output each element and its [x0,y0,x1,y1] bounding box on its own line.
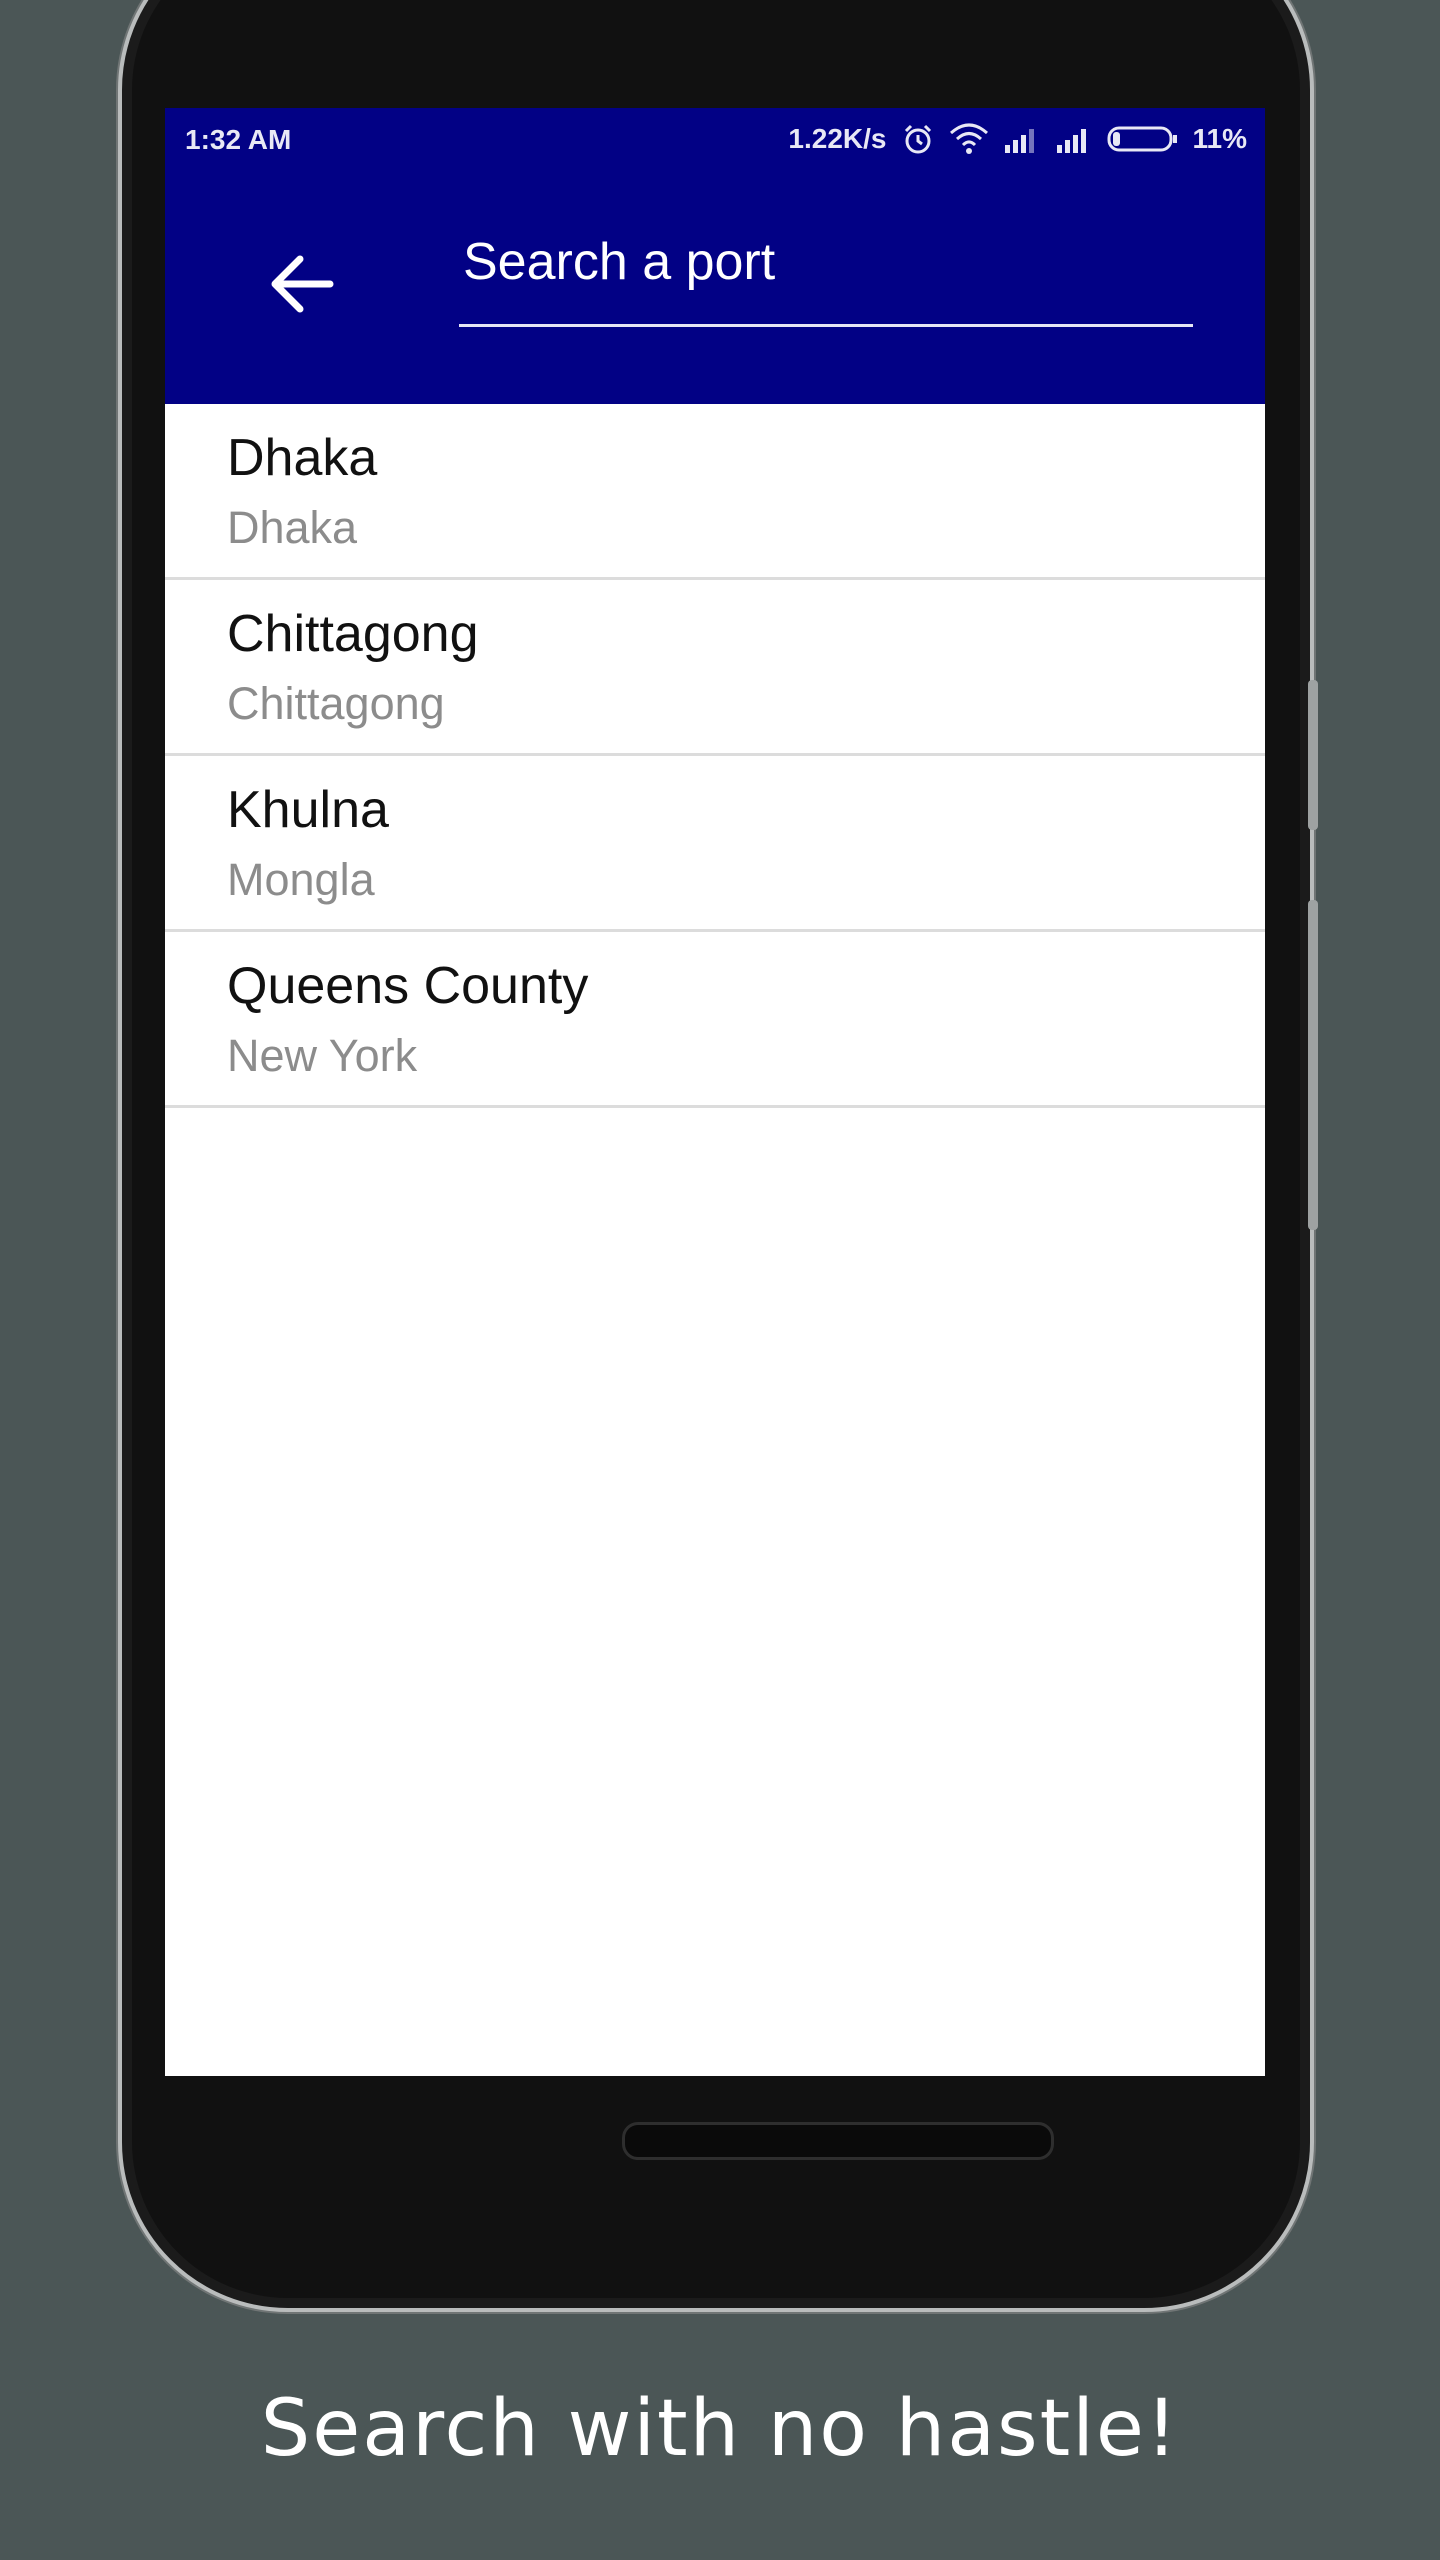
search-field [459,212,1193,327]
status-icons: 1.22K/s 11% [788,122,1247,156]
port-name: Khulna [227,781,389,839]
promo-caption: Search with no hastle! [260,2384,1180,2474]
status-time: 1:32 AM [185,124,292,155]
battery-percent: 11% [1192,123,1248,154]
port-list: Dhaka Dhaka Chittagong Chittagong Khulna… [165,404,1265,1108]
port-name: Dhaka [227,429,378,487]
network-speed: 1.22K/s [788,123,887,154]
app-bar [165,172,1265,404]
list-item[interactable]: Khulna Mongla [165,756,1265,932]
bottom-speaker [622,2122,1054,2160]
port-location: New York [227,1030,418,1081]
volume-button [1308,900,1318,1230]
arrow-back-icon [271,255,334,313]
list-item[interactable]: Dhaka Dhaka [165,404,1265,580]
alarm-icon [901,122,935,156]
list-item[interactable]: Chittagong Chittagong [165,580,1265,756]
port-name: Chittagong [227,605,479,663]
power-button [1308,680,1318,830]
port-location: Mongla [227,854,375,905]
signal-icon [1055,125,1093,153]
port-location: Dhaka [227,502,358,553]
port-name: Queens County [227,957,589,1015]
port-location: Chittagong [227,678,445,729]
back-button[interactable] [265,248,337,320]
list-item[interactable]: Queens County New York [165,932,1265,1108]
app-screen: 1:32 AM 1.22K/s 11% Search a port Dhaka … [165,108,1265,2076]
search-input[interactable] [459,212,1193,312]
battery-icon [1107,125,1179,153]
wifi-icon [949,123,989,155]
status-bar: 1:32 AM 1.22K/s 11% [165,108,1265,172]
signal-icon [1003,125,1041,153]
